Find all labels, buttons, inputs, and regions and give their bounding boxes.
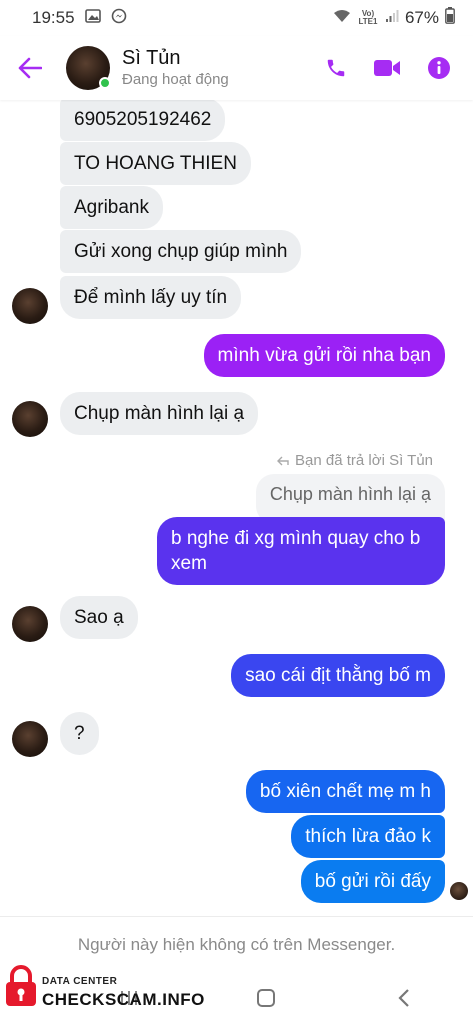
reply-context-text: Bạn đã trả lời Sì Tủn bbox=[295, 452, 433, 469]
home-icon bbox=[257, 989, 276, 1007]
message-bubble-outgoing[interactable]: thích lừa đảo k bbox=[291, 815, 445, 858]
message-list[interactable]: 6905205192462 TO HOANG THIEN Agribank Gử… bbox=[0, 100, 473, 916]
signal-icon bbox=[385, 8, 399, 28]
sender-avatar[interactable] bbox=[12, 721, 48, 757]
list-item: Chụp màn hình lại ạ bbox=[60, 392, 259, 435]
list-item: mình vừa gửi rồi nha bạn bbox=[203, 334, 445, 377]
message-bubble-outgoing[interactable]: bố xiên chết mẹ m h bbox=[245, 770, 445, 813]
seen-indicator-avatar bbox=[450, 882, 468, 900]
volte-indicator: Vo) LTE1 bbox=[358, 9, 378, 26]
message-bubble-incoming[interactable]: ? bbox=[60, 712, 99, 755]
status-time: 19:55 bbox=[32, 8, 75, 27]
list-item: b nghe đi xg mình quay cho b xem bbox=[157, 517, 445, 585]
list-item: 6905205192462 bbox=[60, 100, 226, 141]
message-bubble-incoming[interactable]: TO HOANG THIEN bbox=[60, 142, 251, 185]
message-bubble-incoming[interactable]: Để mình lấy uy tín bbox=[60, 276, 242, 319]
lock-icon bbox=[6, 965, 36, 1006]
home-button[interactable] bbox=[236, 976, 296, 1020]
list-item: Sao ạ bbox=[60, 596, 138, 639]
sender-avatar[interactable] bbox=[12, 288, 48, 324]
list-item: ? bbox=[60, 712, 99, 755]
message-bubble-outgoing[interactable]: sao cái địt thằng bố m bbox=[231, 654, 445, 697]
battery-percent: 67% bbox=[404, 8, 439, 27]
info-icon bbox=[428, 57, 450, 79]
contact-info[interactable]: Sì Tủn Đang hoạt động bbox=[122, 46, 325, 90]
info-button[interactable] bbox=[427, 56, 451, 80]
chat-header: Sì Tủn Đang hoạt động bbox=[0, 36, 473, 100]
wifi-icon bbox=[333, 8, 351, 28]
battery-icon bbox=[445, 7, 455, 29]
contact-name: Sì Tủn bbox=[122, 47, 181, 69]
back-button[interactable] bbox=[0, 36, 60, 100]
list-item: bố gửi rồi đấy bbox=[300, 860, 445, 903]
checkscam-watermark: DATA CENTER CHECKSCAM.INFO bbox=[4, 964, 205, 1008]
watermark-subtitle: DATA CENTER bbox=[42, 976, 118, 987]
contact-avatar[interactable] bbox=[66, 46, 111, 90]
online-indicator bbox=[99, 77, 111, 89]
sender-avatar[interactable] bbox=[12, 401, 48, 437]
status-bar: 19:55 Vo) LTE1 67% bbox=[0, 0, 473, 36]
reply-context-label: Bạn đã trả lời Sì Tủn bbox=[277, 452, 433, 469]
message-bubble-outgoing[interactable]: b nghe đi xg mình quay cho b xem bbox=[157, 517, 445, 585]
gallery-icon bbox=[84, 8, 101, 28]
back-arrow-icon bbox=[18, 57, 42, 79]
contact-status: Đang hoạt động bbox=[122, 71, 229, 88]
phone-icon bbox=[327, 59, 345, 77]
list-item: sao cái địt thằng bố m bbox=[231, 654, 445, 697]
video-icon bbox=[374, 60, 400, 76]
message-bubble-outgoing[interactable]: bố gửi rồi đấy bbox=[300, 860, 445, 903]
watermark-title: CHECKSCAM.INFO bbox=[42, 990, 205, 1009]
reply-arrow-icon bbox=[277, 456, 289, 465]
list-item: bố xiên chết mẹ m h bbox=[245, 770, 445, 813]
message-bubble-incoming[interactable]: Sao ạ bbox=[60, 596, 138, 639]
list-item: Để mình lấy uy tín bbox=[60, 276, 242, 319]
chevron-left-icon bbox=[398, 989, 409, 1007]
message-bubble-incoming[interactable]: 6905205192462 bbox=[60, 100, 226, 141]
messenger-icon bbox=[111, 8, 127, 29]
list-item: Gửi xong chụp giúp mình bbox=[60, 230, 302, 273]
video-call-button[interactable] bbox=[373, 58, 401, 78]
message-bubble-incoming[interactable]: Agribank bbox=[60, 186, 163, 229]
back-nav-button[interactable] bbox=[374, 976, 434, 1020]
list-item: TO HOANG THIEN bbox=[60, 142, 251, 185]
list-item: thích lừa đảo k bbox=[291, 815, 445, 858]
sender-avatar[interactable] bbox=[12, 606, 48, 642]
message-bubble-incoming[interactable]: Chụp màn hình lại ạ bbox=[60, 392, 259, 435]
message-bubble-outgoing[interactable]: mình vừa gửi rồi nha bạn bbox=[203, 334, 445, 377]
list-item: Agribank bbox=[60, 186, 163, 229]
message-bubble-incoming[interactable]: Gửi xong chụp giúp mình bbox=[60, 230, 302, 273]
call-button[interactable] bbox=[325, 57, 347, 79]
